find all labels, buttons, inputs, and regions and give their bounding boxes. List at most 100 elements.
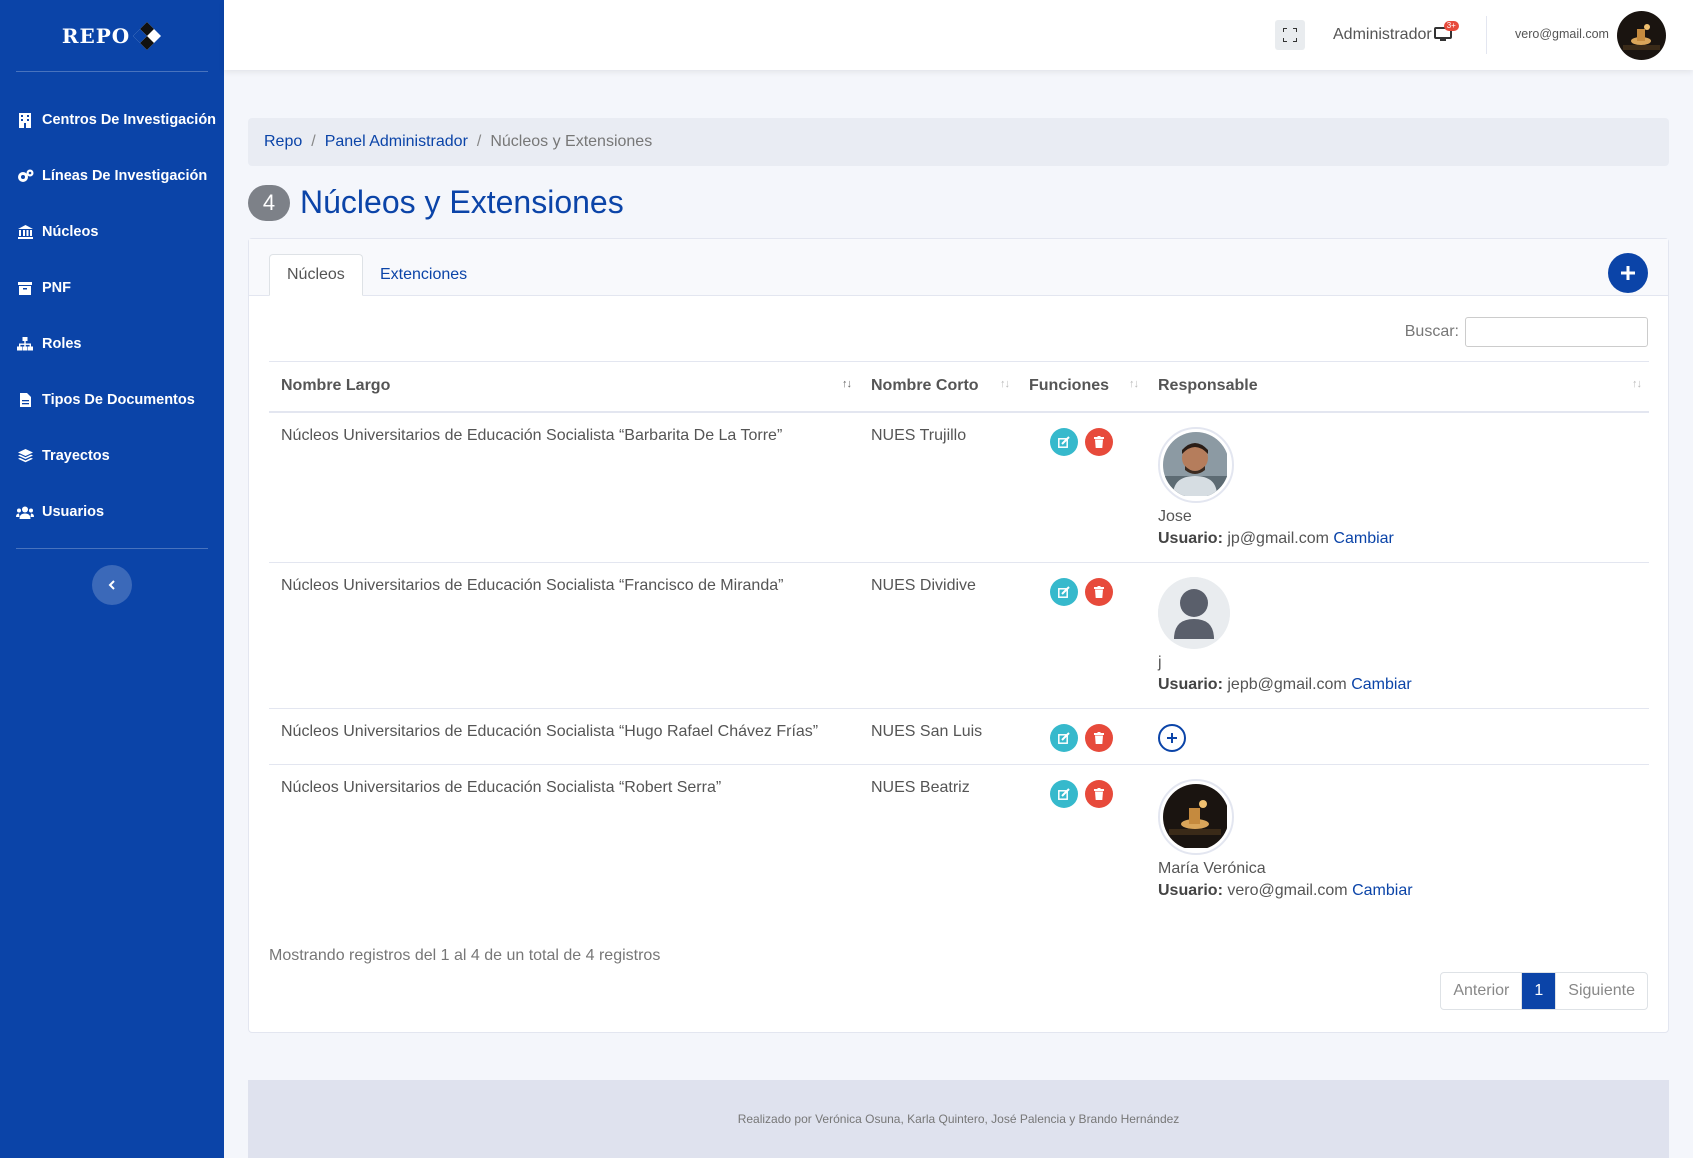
change-responsable-link[interactable]: Cambiar <box>1352 882 1412 899</box>
responsable-name: Jose <box>1158 507 1192 525</box>
search-input[interactable] <box>1465 317 1648 347</box>
building-icon <box>16 111 34 129</box>
cell-nombre-corto: NUES Dividive <box>859 562 1017 709</box>
responsable-name: María Verónica <box>1158 859 1266 877</box>
add-nucleo-button[interactable] <box>1608 253 1648 293</box>
sidebar-item-roles[interactable]: Roles <box>0 316 224 372</box>
sidebar-item-centros[interactable]: Centros De Investigación <box>0 92 224 148</box>
avatar <box>1158 778 1234 855</box>
breadcrumb-current: Núcleos y Extensiones <box>490 133 653 150</box>
breadcrumb-separator: / <box>476 133 482 150</box>
tab-nucleos[interactable]: Núcleos <box>269 254 363 296</box>
delete-button[interactable] <box>1085 577 1113 606</box>
cell-responsable: j Usuario: jepb@gmail.com Cambiar <box>1146 562 1649 709</box>
sidebar-item-trayectos[interactable]: Trayectos <box>0 428 224 484</box>
edit-icon <box>1058 787 1070 800</box>
search-row: Buscar: <box>1405 317 1648 347</box>
layers-icon <box>16 447 34 465</box>
file-icon <box>16 391 34 409</box>
column-header-label: Nombre Corto <box>871 377 979 395</box>
user-email[interactable]: vero@gmail.com <box>1515 27 1609 41</box>
table-row: Núcleos Universitarios de Educación Soci… <box>269 708 1649 765</box>
user-label: Usuario: <box>1158 881 1223 899</box>
university-icon <box>16 223 34 241</box>
topbar-divider <box>1486 16 1487 54</box>
topbar: Administrador 3+ vero@gmail.com <box>224 0 1693 70</box>
fullscreen-button[interactable] <box>1275 20 1305 50</box>
monitor-icon: 3+ <box>1433 21 1459 43</box>
cell-responsable: Jose Usuario: jp@gmail.com Cambiar <box>1146 411 1649 563</box>
sidebar-item-pnf[interactable]: PNF <box>0 260 224 316</box>
delete-button[interactable] <box>1085 723 1113 752</box>
sidebar-item-usuarios[interactable]: Usuarios <box>0 484 224 540</box>
edit-button[interactable] <box>1050 723 1078 752</box>
avatar[interactable] <box>1617 11 1666 60</box>
tab-extenciones[interactable]: Extenciones <box>363 254 484 296</box>
sort-icon[interactable]: ↑↓ <box>1000 378 1010 390</box>
role-label: Administrador <box>1333 26 1432 43</box>
sidebar-toggle-button[interactable] <box>92 565 132 605</box>
trash-icon <box>1094 585 1104 598</box>
column-header-nombre-largo[interactable]: Nombre Largo ↑↓ <box>269 361 859 413</box>
chevron-left-icon <box>108 580 115 590</box>
sitemap-icon <box>16 335 34 353</box>
cell-nombre-largo: Núcleos Universitarios de Educación Soci… <box>269 708 859 765</box>
sort-icon[interactable]: ↑↓ <box>1632 378 1642 390</box>
delete-button[interactable] <box>1085 427 1113 456</box>
sort-icon[interactable]: ↑↓ <box>1129 378 1139 390</box>
sidebar-item-lineas[interactable]: Líneas De Investigación <box>0 148 224 204</box>
sidebar-nav: Centros De Investigación Líneas De Inves… <box>0 72 224 540</box>
column-header-responsable[interactable]: Responsable ↑↓ <box>1146 361 1649 413</box>
change-responsable-link[interactable]: Cambiar <box>1333 530 1393 547</box>
row-actions <box>1029 779 1134 808</box>
admin-menu[interactable]: Administrador 3+ <box>1333 21 1459 44</box>
sidebar-item-label: Trayectos <box>42 448 110 464</box>
responsable-user: Usuario: jepb@gmail.com Cambiar <box>1158 674 1637 696</box>
edit-icon <box>1058 435 1070 448</box>
trash-icon <box>1094 435 1104 448</box>
cell-funciones <box>1017 764 1146 914</box>
change-responsable-link[interactable]: Cambiar <box>1351 676 1411 693</box>
cell-nombre-largo: Núcleos Universitarios de Educación Soci… <box>269 562 859 709</box>
table-info: Mostrando registros del 1 al 4 de un tot… <box>269 947 661 964</box>
brand-logo-icon <box>133 21 162 50</box>
pagination-page[interactable]: 1 <box>1521 973 1556 1009</box>
user-label: Usuario: <box>1158 675 1223 693</box>
table-header-row: Nombre Largo ↑↓ Nombre Corto ↑↓ Funciones ↑… <box>269 361 1649 413</box>
count-badge: 4 <box>248 184 290 221</box>
breadcrumb-link-repo[interactable]: Repo <box>264 133 302 151</box>
edit-button[interactable] <box>1050 779 1078 808</box>
column-header-nombre-corto[interactable]: Nombre Corto ↑↓ <box>859 361 1017 413</box>
sidebar-item-tipos-documentos[interactable]: Tipos De Documentos <box>0 372 224 428</box>
sidebar-item-label: Núcleos <box>42 224 99 240</box>
edit-icon <box>1058 585 1070 598</box>
delete-button[interactable] <box>1085 779 1113 808</box>
cell-nombre-corto: NUES San Luis <box>859 708 1017 765</box>
tabs-bar: Núcleos Extenciones <box>249 239 1668 296</box>
sort-icon[interactable]: ↑↓ <box>842 378 852 390</box>
trash-icon <box>1094 787 1104 800</box>
avatar <box>1158 426 1234 503</box>
pagination-next[interactable]: Siguiente <box>1555 973 1647 1009</box>
sidebar-item-nucleos[interactable]: Núcleos <box>0 204 224 260</box>
cell-nombre-corto: NUES Beatriz <box>871 778 970 796</box>
default-user-icon <box>1158 576 1230 649</box>
sidebar-item-label: Líneas De Investigación <box>42 168 208 184</box>
edit-icon <box>1058 731 1070 744</box>
user-label: Usuario: <box>1158 529 1223 547</box>
nucleos-table: Nombre Largo ↑↓ Nombre Corto ↑↓ Funciones ↑… <box>269 361 1649 914</box>
column-header-funciones[interactable]: Funciones ↑↓ <box>1017 361 1146 413</box>
add-responsable-button[interactable] <box>1158 723 1186 752</box>
responsable-email: jepb@gmail.com <box>1227 675 1347 693</box>
row-actions <box>1029 427 1134 456</box>
pagination-prev[interactable]: Anterior <box>1441 973 1521 1009</box>
responsable-name: j <box>1158 653 1162 671</box>
table-row: Núcleos Universitarios de Educación Soci… <box>269 411 1649 563</box>
row-actions <box>1029 577 1134 606</box>
pagination: Anterior 1 Siguiente <box>1440 972 1648 1010</box>
edit-button[interactable] <box>1050 427 1078 456</box>
edit-button[interactable] <box>1050 577 1078 606</box>
sidebar-item-label: Roles <box>42 336 82 352</box>
brand[interactable]: REPO <box>16 0 208 72</box>
breadcrumb-link-panel[interactable]: Panel Administrador <box>325 133 468 151</box>
